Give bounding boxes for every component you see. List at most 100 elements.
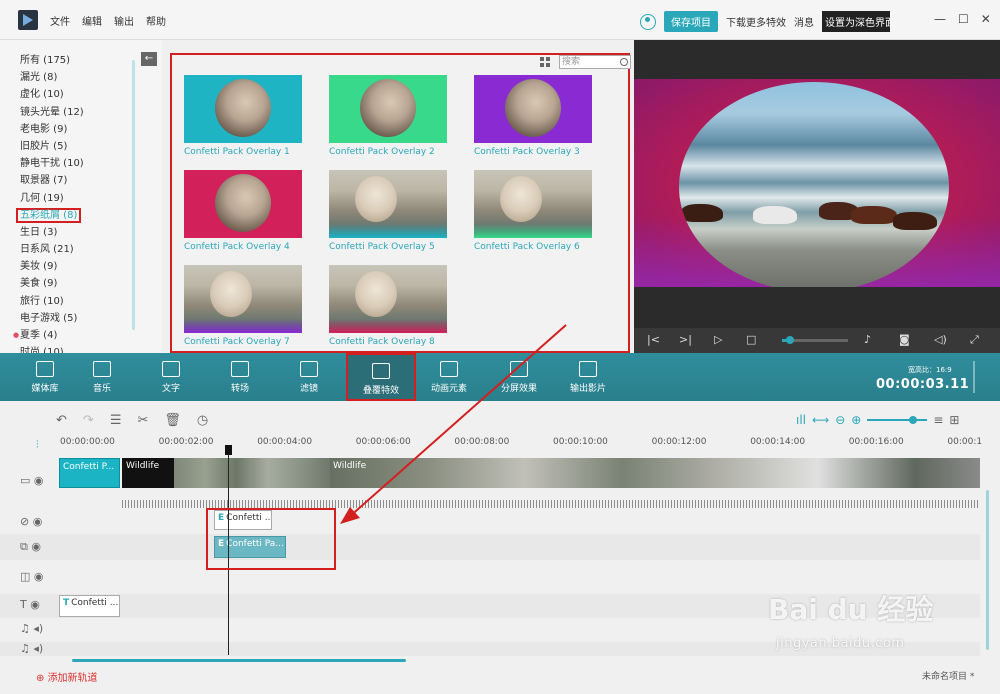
toolbar-item[interactable]: 音乐 [67, 353, 137, 401]
maximize-icon[interactable]: ☐ [958, 12, 969, 26]
category-item[interactable]: 几何 (19) [20, 190, 84, 207]
redo-icon[interactable]: ↷ [83, 413, 94, 428]
play-icon[interactable]: ▷ [714, 333, 722, 346]
toolbar-item-icon [510, 361, 528, 377]
category-scrollbar[interactable] [132, 60, 135, 330]
text-clip-label: Confetti ... [71, 598, 119, 608]
toolbar-item-label: 输出影片 [569, 384, 606, 394]
aspect-ratio-value: 16:9 [936, 366, 952, 374]
arrow-left-icon: ← [144, 53, 154, 64]
overlay-thumbnail [184, 170, 302, 238]
toolbar-item[interactable]: 分屏效果 [484, 353, 554, 401]
overlay-thumbnail [329, 265, 447, 333]
category-item[interactable]: 电子游戏 (5) [20, 310, 84, 327]
ruler-tick-label: 00:00:08:00 [454, 437, 510, 447]
volume-icon[interactable]: ◁) [934, 333, 947, 346]
zoom-in-icon[interactable]: ⊕ [851, 413, 861, 427]
download-more-effects-link[interactable]: 下载更多特效 [726, 14, 786, 29]
text-clip[interactable]: T Confetti ... [59, 595, 120, 617]
zoom-slider[interactable] [867, 416, 928, 424]
overlay-tile[interactable]: Confetti Pack Overlay 6 [474, 170, 592, 258]
toolbar-item-icon [372, 363, 390, 379]
collapse-panel-button[interactable]: ← [141, 52, 157, 66]
category-item[interactable]: 漏光 (8) [20, 69, 84, 86]
microphone-icon[interactable]: ♪ [864, 333, 871, 346]
overlay-label: Confetti Pack Overlay 6 [474, 242, 580, 252]
video-clip[interactable]: Wildlife [122, 458, 174, 488]
toolbar-item[interactable]: 滤镜 [274, 353, 344, 401]
fit-timeline-icon[interactable]: ⟷ [812, 413, 829, 427]
category-item[interactable]: 旅行 (10) [20, 293, 84, 310]
search-input[interactable]: 搜索 [559, 55, 631, 69]
category-item[interactable]: 所有 (175) [20, 52, 84, 69]
undo-icon[interactable]: ↶ [56, 413, 67, 428]
dark-theme-toggle[interactable]: 设置为深色界面 [822, 11, 890, 32]
category-item[interactable]: 静电干扰 (10) [20, 155, 84, 172]
grid-view-icon[interactable]: ⊞ [949, 413, 959, 427]
user-account-icon[interactable] [640, 13, 656, 30]
audio-mixer-icon[interactable]: ıll [796, 413, 806, 427]
category-item[interactable]: 镜头光晕 (12) [20, 104, 84, 121]
step-forward-icon[interactable]: >| [679, 333, 692, 346]
horse-shape [753, 206, 797, 224]
menu-edit[interactable]: 编辑 [82, 13, 102, 28]
video-track: ▭ ◉ Confetti P... Wildlife Wildlife [0, 456, 980, 510]
overlay-tile[interactable]: Confetti Pack Overlay 7 [184, 265, 302, 353]
stop-icon[interactable]: □ [746, 333, 756, 346]
toolbar-item[interactable]: 输出影片 [553, 353, 623, 401]
toolbar-item[interactable]: 动画元素 [414, 353, 484, 401]
video-clip[interactable]: Wildlife [330, 458, 980, 488]
menu-export[interactable]: 输出 [114, 13, 134, 28]
timeline-tools: ↶ ↷ ☰ ✂ 🗑 ◷ [56, 413, 208, 428]
category-item[interactable]: 夏季 (4) [20, 327, 84, 344]
cut-icon[interactable]: ✂ [137, 413, 148, 428]
list-view-icon[interactable]: ≡ [933, 413, 943, 427]
category-item[interactable]: 旧胶片 (5) [20, 138, 84, 155]
category-item[interactable]: 老电影 (9) [20, 121, 84, 138]
close-icon[interactable]: ✕ [981, 12, 991, 26]
save-project-button[interactable]: 保存项目 [664, 11, 718, 32]
category-item[interactable]: 五彩纸屑 (8) [16, 207, 84, 224]
overlay-tile[interactable]: Confetti Pack Overlay 3 [474, 75, 592, 163]
category-label: 漏光 (8) [20, 72, 58, 84]
watermark-url: jingyan.baidu.com [776, 636, 905, 651]
menu-help[interactable]: 帮助 [146, 13, 166, 28]
category-item[interactable]: 生日 (3) [20, 224, 84, 241]
timeline-ruler[interactable]: 00:00:00:00 00:00:02:00 00:00:04:00 00:00:0… [58, 435, 982, 453]
video-clip-thumbnail[interactable] [174, 458, 330, 488]
duration-clock-icon[interactable]: ◷ [197, 413, 208, 428]
add-track-button[interactable]: ⊕ 添加新轨道 [36, 669, 98, 684]
adjust-icon[interactable]: ☰ [110, 413, 122, 428]
delete-icon[interactable]: 🗑 [164, 413, 181, 428]
snapshot-camera-icon[interactable]: ◙ [899, 333, 910, 346]
zoom-slider-knob[interactable] [909, 416, 918, 424]
category-item[interactable]: 日系风 (21) [20, 241, 84, 258]
overlay-tile[interactable]: Confetti Pack Overlay 5 [329, 170, 447, 258]
timeline-vertical-scrollbar[interactable] [986, 490, 989, 650]
overlay-tile[interactable]: Confetti Pack Overlay 4 [184, 170, 302, 258]
grid-view-icon[interactable] [540, 57, 550, 67]
toolbar-item[interactable]: 叠覆特效 [346, 353, 416, 401]
minimize-icon[interactable]: — [934, 12, 946, 26]
skip-start-icon[interactable]: |< [647, 333, 660, 346]
category-item[interactable]: 取景器 (7) [20, 172, 84, 189]
overlay-tile[interactable]: Confetti Pack Overlay 2 [329, 75, 447, 163]
timeline-horizontal-scrollbar[interactable] [72, 659, 406, 662]
category-item[interactable]: 虚化 (10) [20, 86, 84, 103]
playback-progress-knob[interactable] [785, 336, 794, 344]
category-item[interactable]: 美妆 (9) [20, 258, 84, 275]
video-clip[interactable]: Confetti P... [59, 458, 120, 488]
category-item[interactable]: 时尚 (10) [20, 344, 84, 353]
toolbar-item[interactable]: 转场 [205, 353, 275, 401]
toolbar-item[interactable]: 文字 [136, 353, 206, 401]
zoom-out-icon[interactable]: ⊖ [835, 413, 845, 427]
aspect-ratio: 宽高比：16:9 [908, 365, 952, 375]
overlay-tile[interactable]: Confetti Pack Overlay 1 [184, 75, 302, 163]
messages-link[interactable]: 消息 [794, 14, 814, 29]
menu-file[interactable]: 文件 [50, 13, 70, 28]
overlay-tile[interactable]: Confetti Pack Overlay 8 [329, 265, 447, 353]
fullscreen-icon[interactable]: ⤢ [970, 333, 979, 347]
snap-toggle-icon[interactable]: ⫶ [36, 438, 39, 452]
category-item[interactable]: 美食 (9) [20, 275, 84, 292]
category-label: 镜头光晕 (12) [20, 106, 84, 118]
